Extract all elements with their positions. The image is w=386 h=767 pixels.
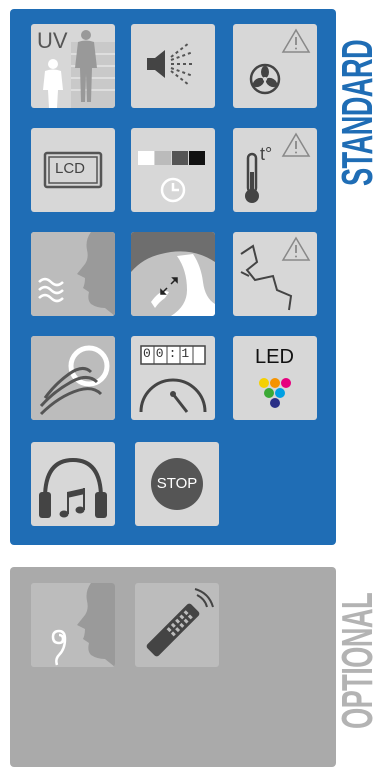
breath-tile[interactable] (31, 232, 115, 316)
counter-digits: 00:1 (143, 346, 195, 361)
water-flow-icon (131, 232, 215, 316)
remote-control-icon (146, 588, 214, 657)
face-breath-icon (31, 232, 115, 316)
air-flow-tile[interactable] (31, 336, 115, 420)
standard-panel: UV LCD t° 00:1 LED STOP (10, 9, 336, 545)
stop-tile[interactable]: STOP (135, 442, 219, 526)
human-body-icon (43, 30, 115, 108)
spray-tile[interactable] (131, 24, 215, 108)
air-flow-icon (31, 336, 115, 420)
audio-tile[interactable] (31, 442, 115, 526)
spray-icon (147, 42, 195, 86)
optional-panel (10, 567, 336, 767)
crack-warning-icon (240, 236, 311, 311)
stop-label: STOP (156, 475, 198, 492)
thermometer-warning-icon (245, 132, 311, 203)
brightness-clock-icon (138, 151, 205, 203)
uv-tile[interactable]: UV (31, 24, 115, 108)
face-aroma-icon (31, 583, 115, 667)
standard-section-label: STANDARD (338, 8, 378, 218)
remote-control-tile[interactable] (135, 583, 219, 667)
headphones-music-icon (39, 457, 107, 518)
temperature-label: t° (260, 144, 273, 164)
fan-warning-tile[interactable] (233, 24, 317, 108)
standard-label-text: STANDARD (338, 39, 378, 187)
fan-warning-icon (249, 28, 311, 95)
timer-counter-tile[interactable]: 00:1 (131, 336, 215, 420)
optional-section-label: OPTIONAL (338, 566, 378, 756)
led-tile[interactable]: LED (233, 336, 317, 420)
crack-warning-tile[interactable] (233, 232, 317, 316)
optional-label-text: OPTIONAL (338, 593, 378, 729)
aroma-tile[interactable] (31, 583, 115, 667)
lcd-label: LCD (55, 160, 86, 177)
brightness-timer-tile[interactable] (131, 128, 215, 212)
temperature-warning-tile[interactable]: t° (233, 128, 317, 212)
water-pressure-tile[interactable] (131, 232, 215, 316)
led-colors-icon (259, 378, 291, 408)
lcd-tile[interactable]: LCD (31, 128, 115, 212)
